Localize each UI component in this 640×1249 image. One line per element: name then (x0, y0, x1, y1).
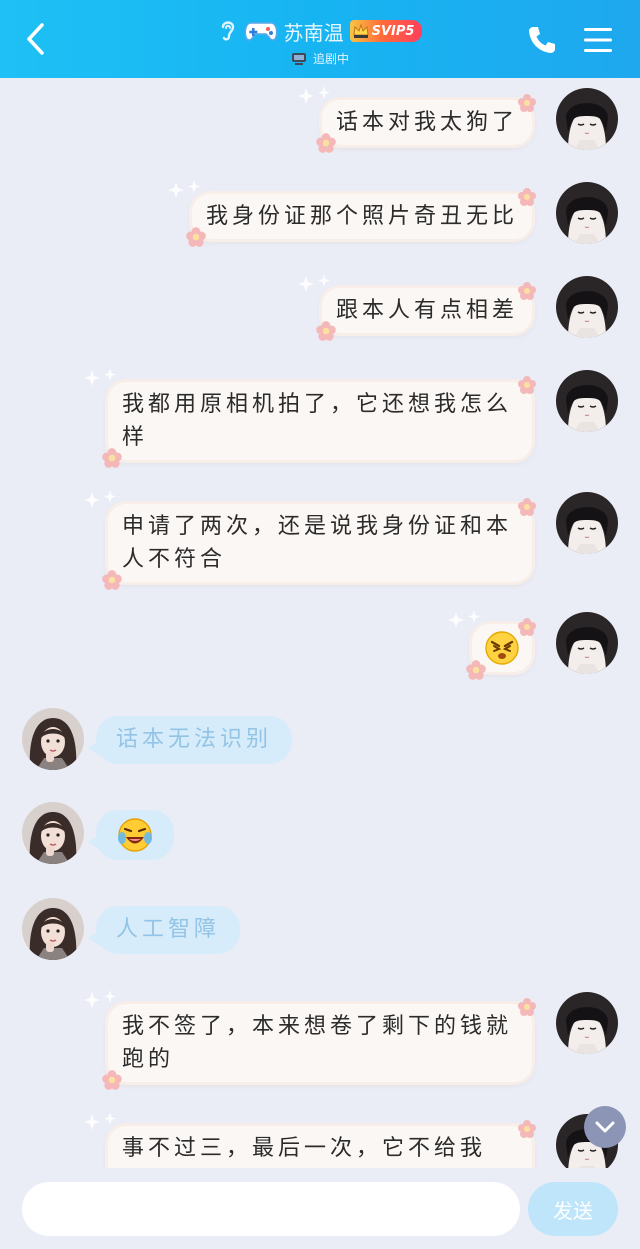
sparkle-decoration (297, 86, 330, 104)
their-message-bubble[interactable]: 话本无法识别 (87, 716, 293, 764)
flower-decoration (316, 133, 336, 153)
sparkle-decoration (84, 490, 116, 508)
my-avatar[interactable] (556, 182, 618, 244)
contact-name: 苏南温 (283, 20, 344, 45)
flower-decoration (518, 94, 536, 112)
more-menu-button[interactable] (580, 22, 616, 58)
their-message-bubble[interactable] (88, 810, 174, 860)
their-message-bubble[interactable]: 人工智障 (87, 906, 241, 954)
phone-icon (529, 27, 555, 53)
my-message-bubble[interactable] (448, 610, 536, 680)
my-message-bubble[interactable]: 我身份证那个照片奇丑无比 (167, 180, 536, 247)
my-message-bubble[interactable]: 我不签了，本来想卷了剩下的钱就跑的 (84, 990, 536, 1090)
flower-decoration (518, 282, 536, 300)
flower-decoration (466, 660, 486, 680)
flower-decoration (102, 448, 122, 468)
sparkle-decoration (84, 990, 116, 1008)
chat-header: 苏南温 SVIP5 追剧中 (0, 0, 640, 78)
laugh-cry-emoji (118, 818, 152, 852)
tv-icon (291, 52, 306, 65)
sparkle-decoration (167, 180, 200, 198)
voice-call-button[interactable] (524, 22, 560, 58)
my-avatar[interactable] (556, 88, 618, 150)
flower-decoration (102, 1070, 122, 1090)
my-avatar[interactable] (556, 370, 618, 432)
flower-decoration (518, 998, 536, 1016)
input-bar: 发送 (0, 1168, 640, 1249)
flower-decoration (518, 188, 536, 206)
contact-avatar[interactable] (22, 898, 84, 960)
my-avatar[interactable] (556, 992, 618, 1054)
angry-face-emoji (485, 631, 519, 665)
crown-icon (353, 23, 369, 38)
message-list[interactable]: 话本对我太狗了 我身份证那个照片奇丑无比 跟本人有点相差 我都用原相机拍了，它还… (0, 78, 640, 1168)
sparkle-decoration (297, 274, 330, 292)
flower-decoration (102, 570, 122, 590)
flower-decoration (186, 227, 206, 247)
contact-avatar[interactable] (22, 708, 84, 770)
ear-icon (218, 18, 238, 44)
contact-status: 追剧中 (312, 52, 349, 66)
flower-decoration (518, 618, 536, 636)
menu-icon (584, 28, 612, 52)
vip-badge: SVIP5 (349, 20, 423, 42)
flower-decoration (316, 321, 336, 341)
flower-decoration (518, 376, 536, 394)
contact-avatar[interactable] (22, 802, 84, 864)
chevron-down-icon (595, 1121, 615, 1133)
sparkle-decoration (448, 610, 480, 628)
my-message-bubble[interactable]: 事不过三，最后一次，它不给我 (84, 1112, 536, 1168)
flower-decoration (518, 498, 536, 516)
my-message-bubble[interactable]: 我都用原相机拍了，它还想我怎么样 (84, 368, 536, 468)
my-message-bubble[interactable]: 话本对我太狗了 (297, 86, 536, 153)
my-avatar[interactable] (556, 492, 618, 554)
my-message-bubble[interactable]: 申请了两次，还是说我身份证和本人不符合 (84, 490, 536, 590)
message-input[interactable] (22, 1182, 520, 1236)
my-message-bubble[interactable]: 跟本人有点相差 (297, 274, 536, 341)
my-avatar[interactable] (556, 612, 618, 674)
gamepad-icon (244, 19, 278, 43)
send-button[interactable]: 发送 (528, 1182, 618, 1236)
sparkle-decoration (84, 1112, 116, 1130)
flower-decoration (518, 1120, 536, 1138)
sparkle-decoration (84, 368, 116, 386)
my-avatar[interactable] (556, 276, 618, 338)
scroll-to-bottom-button[interactable] (584, 1106, 626, 1148)
